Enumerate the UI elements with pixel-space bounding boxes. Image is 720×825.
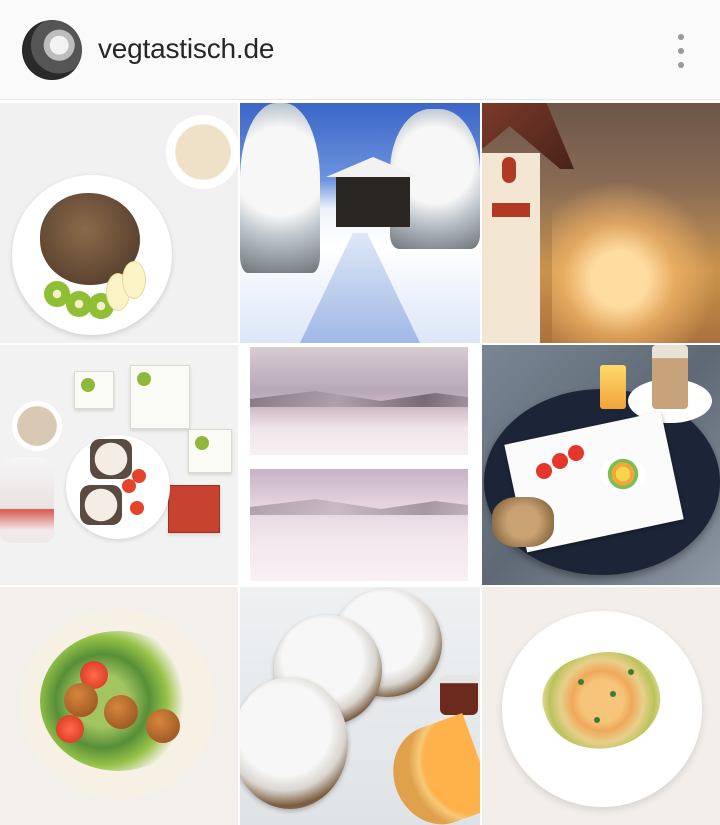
more-dot bbox=[678, 48, 684, 54]
post-thumbnail-2[interactable] bbox=[240, 103, 480, 343]
herb bbox=[594, 717, 600, 723]
post-thumbnail-6[interactable] bbox=[482, 345, 720, 585]
snow-landscape-photo bbox=[250, 347, 468, 455]
falafel bbox=[64, 683, 98, 717]
herb bbox=[610, 691, 616, 697]
bread-slice bbox=[90, 439, 132, 479]
autumn-trees bbox=[552, 183, 720, 343]
melon-slice bbox=[379, 712, 480, 825]
falafel bbox=[146, 709, 180, 743]
product-box bbox=[168, 485, 220, 533]
post-thumbnail-1[interactable] bbox=[0, 103, 238, 343]
more-dot bbox=[678, 34, 684, 40]
syrup-jar bbox=[440, 675, 478, 715]
cherry-tomato bbox=[130, 501, 144, 515]
product-box bbox=[188, 429, 232, 473]
username[interactable]: vegtastisch.de bbox=[98, 33, 274, 65]
juice-glass bbox=[600, 365, 626, 409]
pancake bbox=[240, 677, 348, 809]
post-thumbnail-3[interactable] bbox=[482, 103, 720, 343]
herb bbox=[578, 679, 584, 685]
latte-glass bbox=[652, 345, 688, 409]
tomato bbox=[552, 453, 568, 469]
post-thumbnail-4[interactable] bbox=[0, 345, 238, 585]
hotel-sign bbox=[492, 203, 530, 217]
snowy-tree bbox=[240, 103, 320, 273]
post-grid bbox=[0, 103, 720, 825]
profile-header: vegtastisch.de bbox=[0, 0, 720, 100]
post-thumbnail-7[interactable] bbox=[0, 587, 238, 825]
coffee-cup bbox=[166, 115, 238, 189]
cherry-tomato bbox=[122, 479, 136, 493]
post-thumbnail-9[interactable] bbox=[482, 587, 720, 825]
tomato bbox=[536, 463, 552, 479]
post-thumbnail-5[interactable] bbox=[240, 345, 480, 585]
product-box bbox=[74, 371, 114, 409]
chalet bbox=[326, 157, 420, 227]
banana-slice bbox=[122, 261, 146, 299]
tomato-slice bbox=[56, 715, 84, 743]
coffee-mug bbox=[12, 401, 62, 451]
fruit-bowl bbox=[600, 457, 646, 491]
snow-landscape-photo bbox=[250, 469, 468, 581]
more-vertical-icon[interactable] bbox=[676, 34, 686, 68]
avatar[interactable] bbox=[22, 20, 82, 80]
hotel-emblem bbox=[502, 157, 516, 183]
bread-slice bbox=[80, 485, 122, 525]
post-thumbnail-8[interactable] bbox=[240, 587, 480, 825]
herb bbox=[628, 669, 634, 675]
milk-bottle bbox=[0, 457, 54, 543]
product-box bbox=[130, 365, 190, 429]
falafel bbox=[104, 695, 138, 729]
tomato bbox=[568, 445, 584, 461]
bread-loaf bbox=[492, 497, 554, 547]
more-dot bbox=[678, 62, 684, 68]
